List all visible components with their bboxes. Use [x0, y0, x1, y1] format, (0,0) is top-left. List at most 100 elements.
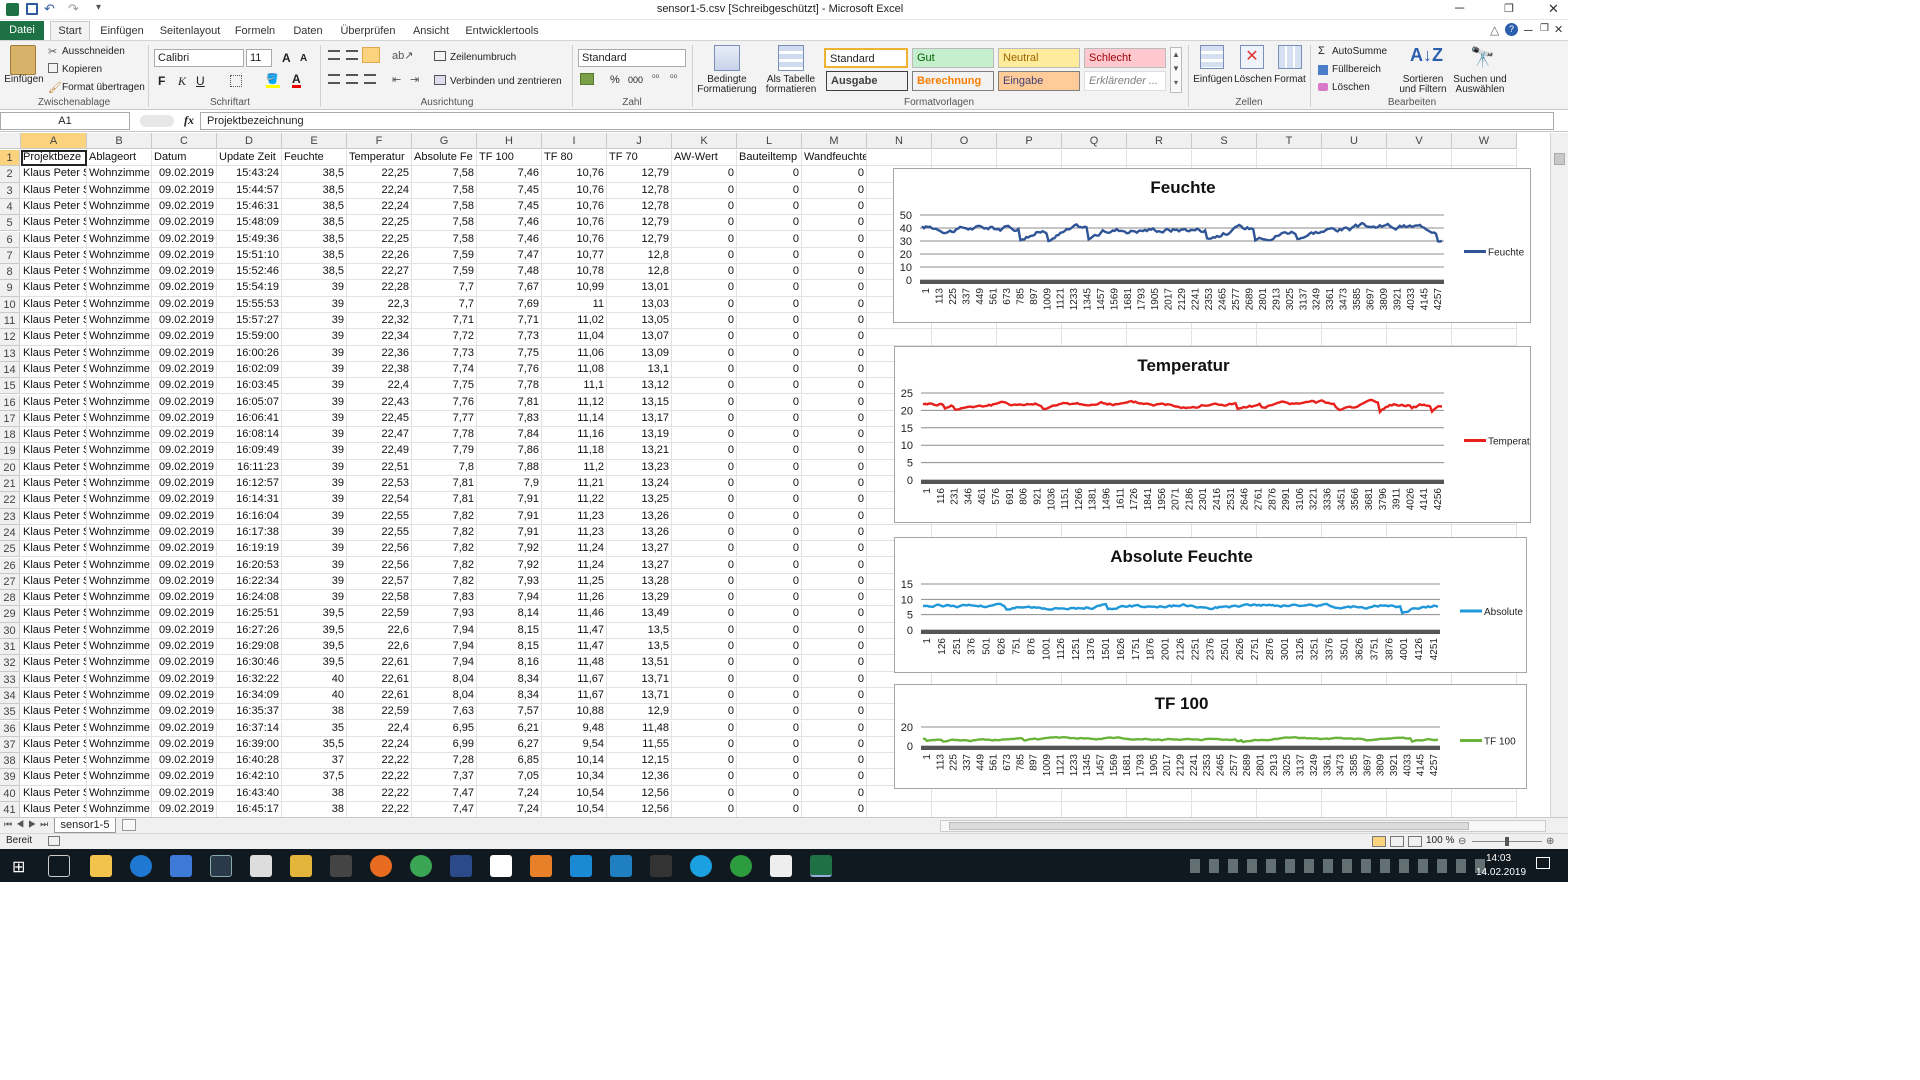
data-cell[interactable]: 16:16:04 — [217, 508, 282, 525]
quick-access-dropdown-icon[interactable]: ▾ — [96, 2, 101, 13]
data-cell[interactable]: Klaus Peter S — [21, 329, 87, 346]
data-cell[interactable]: Klaus Peter S — [21, 655, 87, 672]
data-cell[interactable]: 13,09 — [607, 345, 672, 362]
data-cell[interactable]: 16:06:41 — [217, 410, 282, 428]
data-cell[interactable]: Wohnzimme — [87, 687, 152, 705]
row-header[interactable]: 31 — [0, 639, 20, 656]
data-cell[interactable]: 09.02.2019 — [152, 378, 217, 395]
data-cell[interactable]: 7,82 — [412, 524, 477, 542]
find-select-button[interactable]: Suchen und Auswählen — [1450, 75, 1510, 95]
data-cell[interactable]: 38,5 — [282, 215, 347, 232]
data-cell[interactable]: 0 — [802, 769, 867, 786]
data-cell[interactable]: 10,76 — [542, 182, 607, 199]
data-cell[interactable]: 13,07 — [607, 329, 672, 346]
row-header[interactable]: 4 — [0, 198, 20, 216]
row-header[interactable]: 13 — [0, 345, 20, 362]
data-cell[interactable]: 0 — [737, 622, 802, 639]
tab-start[interactable]: Start — [50, 21, 90, 41]
data-cell[interactable]: 39 — [282, 329, 347, 346]
data-cell[interactable]: 09.02.2019 — [152, 329, 217, 346]
data-cell[interactable]: 0 — [802, 410, 867, 428]
column-title-cell[interactable]: AW-Wert — [672, 150, 737, 167]
data-cell[interactable]: 7,83 — [477, 410, 542, 428]
data-cell[interactable]: 0 — [737, 264, 802, 281]
data-cell[interactable]: Wohnzimme — [87, 524, 152, 542]
data-cell[interactable]: 13,25 — [607, 492, 672, 509]
column-header[interactable]: L — [737, 133, 802, 149]
data-cell[interactable]: 16:37:14 — [217, 720, 282, 737]
data-cell[interactable]: 39 — [282, 394, 347, 411]
data-cell[interactable]: Wohnzimme — [87, 622, 152, 639]
data-cell[interactable]: 38 — [282, 802, 347, 817]
app7-icon[interactable] — [730, 855, 752, 877]
data-cell[interactable]: 7,82 — [412, 573, 477, 591]
data-cell[interactable]: 09.02.2019 — [152, 361, 217, 379]
zoom-level[interactable]: 100 % — [1426, 835, 1454, 846]
column-title-cell[interactable]: Datum — [152, 150, 217, 167]
formula-input[interactable]: Projektbezeichnung — [200, 112, 1554, 130]
column-title-cell[interactable]: Ablageort — [87, 150, 152, 167]
data-cell[interactable]: 13,27 — [607, 557, 672, 574]
data-cell[interactable]: 0 — [672, 264, 737, 281]
data-cell[interactable]: 16:11:23 — [217, 459, 282, 476]
data-cell[interactable]: 0 — [672, 329, 737, 346]
data-cell[interactable]: 0 — [737, 671, 802, 688]
excel-app-icon[interactable] — [6, 3, 19, 16]
underline-button[interactable]: U — [196, 74, 205, 88]
data-cell[interactable]: 39 — [282, 492, 347, 509]
data-cell[interactable]: 22,34 — [347, 329, 412, 346]
data-cell[interactable]: 12,79 — [607, 166, 672, 183]
column-title-cell[interactable]: Projektbeze — [21, 150, 87, 167]
empty-cell[interactable] — [1062, 802, 1127, 817]
data-cell[interactable]: 7,47 — [477, 247, 542, 265]
copy-button[interactable]: Kopieren — [62, 65, 102, 75]
data-cell[interactable]: Wohnzimme — [87, 410, 152, 428]
data-cell[interactable]: 22,22 — [347, 769, 412, 786]
data-cell[interactable]: 13,05 — [607, 313, 672, 330]
data-cell[interactable]: 7,45 — [477, 182, 542, 199]
data-cell[interactable]: 39,5 — [282, 655, 347, 672]
data-cell[interactable]: 0 — [672, 296, 737, 313]
data-cell[interactable]: Klaus Peter S — [21, 802, 87, 817]
empty-cell[interactable] — [1452, 150, 1517, 167]
data-cell[interactable]: 0 — [672, 541, 737, 558]
data-cell[interactable]: 40 — [282, 687, 347, 705]
row-header[interactable]: 32 — [0, 655, 20, 672]
data-cell[interactable]: 22,32 — [347, 313, 412, 330]
page-break-view-icon[interactable] — [1408, 836, 1422, 847]
data-cell[interactable]: 22,6 — [347, 639, 412, 656]
data-cell[interactable]: 0 — [737, 785, 802, 802]
data-cell[interactable]: 0 — [737, 443, 802, 460]
empty-cell[interactable] — [1257, 802, 1322, 817]
data-cell[interactable]: Klaus Peter S — [21, 769, 87, 786]
data-cell[interactable]: 12,36 — [607, 769, 672, 786]
empty-cell[interactable] — [1062, 329, 1127, 346]
data-cell[interactable]: 7,46 — [477, 166, 542, 183]
data-cell[interactable]: 11,67 — [542, 687, 607, 705]
data-cell[interactable]: 0 — [802, 573, 867, 591]
row-header[interactable]: 14 — [0, 361, 20, 379]
data-cell[interactable]: Wohnzimme — [87, 231, 152, 248]
data-cell[interactable]: 12,56 — [607, 785, 672, 802]
data-cell[interactable]: 7,81 — [477, 394, 542, 411]
data-cell[interactable]: 7,67 — [477, 280, 542, 297]
data-cell[interactable]: 09.02.2019 — [152, 639, 217, 656]
data-cell[interactable]: 39 — [282, 443, 347, 460]
data-cell[interactable]: 0 — [737, 166, 802, 183]
data-cell[interactable]: 0 — [672, 639, 737, 656]
data-cell[interactable]: 7,76 — [412, 394, 477, 411]
row-header[interactable]: 37 — [0, 736, 20, 754]
clock-time[interactable]: 14:03 — [1486, 853, 1511, 864]
empty-cell[interactable] — [1192, 329, 1257, 346]
data-cell[interactable]: 22,27 — [347, 264, 412, 281]
thousands-button[interactable]: 000 — [628, 75, 643, 85]
data-cell[interactable]: 22,25 — [347, 231, 412, 248]
row-header[interactable]: 28 — [0, 590, 20, 607]
system-tray-icons[interactable] — [1190, 859, 1490, 873]
data-cell[interactable]: 09.02.2019 — [152, 280, 217, 297]
data-cell[interactable]: 7,83 — [412, 590, 477, 607]
column-header[interactable]: N — [867, 133, 932, 149]
data-cell[interactable]: Klaus Peter S — [21, 198, 87, 216]
data-cell[interactable]: 0 — [737, 296, 802, 313]
data-cell[interactable]: 0 — [802, 606, 867, 623]
